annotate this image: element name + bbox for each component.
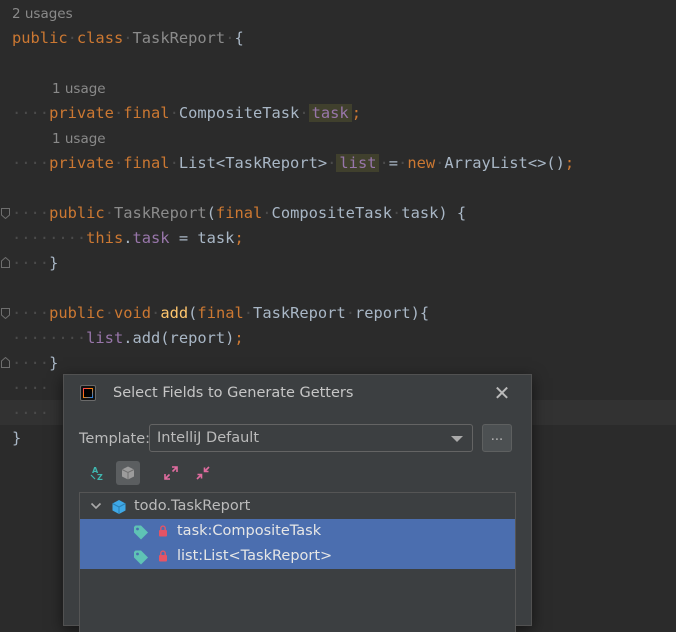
fields-tree[interactable]: todo.TaskReport task:CompositeTask list:… — [79, 492, 516, 632]
chevron-down-icon[interactable] — [90, 501, 102, 511]
class-icon — [112, 500, 126, 514]
code-line-field-list: ····private·final·List<TaskReport>· list ·… — [12, 154, 575, 172]
template-selected-value: IntelliJ Default — [157, 430, 260, 446]
code-line-add-close: ····} — [12, 354, 59, 372]
fold-marker-icon[interactable] — [1, 257, 10, 268]
code-line-ctor-decl: ····public·TaskReport(final·CompositeTas… — [12, 204, 467, 222]
field-list-name: list — [336, 154, 380, 172]
expand-all-button[interactable] — [159, 461, 183, 485]
close-button[interactable]: ✕ — [492, 383, 512, 403]
field-label: list:List<TaskReport> — [177, 548, 333, 564]
fold-marker-icon[interactable] — [1, 208, 10, 219]
field-icon — [134, 525, 148, 540]
dialog-title-bar[interactable]: Select Fields to Generate Getters ✕ — [64, 375, 531, 413]
code-line-add-body: ········list.add(report); — [12, 329, 244, 347]
code-line-ctor-body: ········this.task = task; — [12, 229, 244, 247]
class-usage-hint[interactable]: 2 usages — [12, 5, 73, 23]
fold-marker-icon[interactable] — [1, 357, 10, 368]
intellij-app-icon — [80, 385, 96, 401]
field-icon — [134, 550, 148, 565]
expand-all-icon — [164, 466, 178, 480]
code-line-field-task: ····private·final·CompositeTask· task; — [12, 104, 361, 122]
code-line-add-decl: ····public·void·add(final·TaskReport·rep… — [12, 304, 430, 322]
tree-class-node[interactable]: todo.TaskReport — [80, 494, 515, 519]
code-line-class-decl: public·class·TaskReport·{ — [12, 29, 244, 47]
sort-alphabetically-icon: A Z — [90, 466, 103, 481]
template-more-button[interactable]: ... — [482, 424, 512, 452]
svg-text:Z: Z — [97, 473, 103, 481]
task-usage-hint[interactable]: 1 usage — [52, 80, 106, 98]
code-line-ctor-close: ····} — [12, 254, 59, 272]
collapse-all-button[interactable] — [191, 461, 215, 485]
generate-getters-dialog: Select Fields to Generate Getters ✕ Temp… — [63, 374, 532, 632]
dialog-title: Select Fields to Generate Getters — [113, 385, 354, 401]
chevron-down-icon — [451, 436, 463, 442]
list-usage-hint[interactable]: 1 usage — [52, 130, 106, 148]
show-classes-icon — [121, 466, 135, 480]
template-dropdown[interactable]: IntelliJ Default — [149, 424, 473, 452]
private-lock-icon — [159, 550, 167, 562]
show-classes-button[interactable] — [116, 461, 140, 485]
class-node-label: todo.TaskReport — [134, 498, 251, 514]
tree-field-row[interactable]: task:CompositeTask — [80, 519, 515, 544]
sort-alphabetically-button[interactable]: A Z — [85, 461, 109, 485]
collapse-all-icon — [196, 466, 210, 480]
template-label: Template: — [79, 431, 151, 447]
field-label: task:CompositeTask — [177, 523, 322, 539]
tree-field-row[interactable]: list:List<TaskReport> — [80, 544, 515, 569]
private-lock-icon — [159, 525, 167, 537]
field-task-name: task — [308, 104, 352, 122]
fold-marker-icon[interactable] — [1, 308, 10, 319]
